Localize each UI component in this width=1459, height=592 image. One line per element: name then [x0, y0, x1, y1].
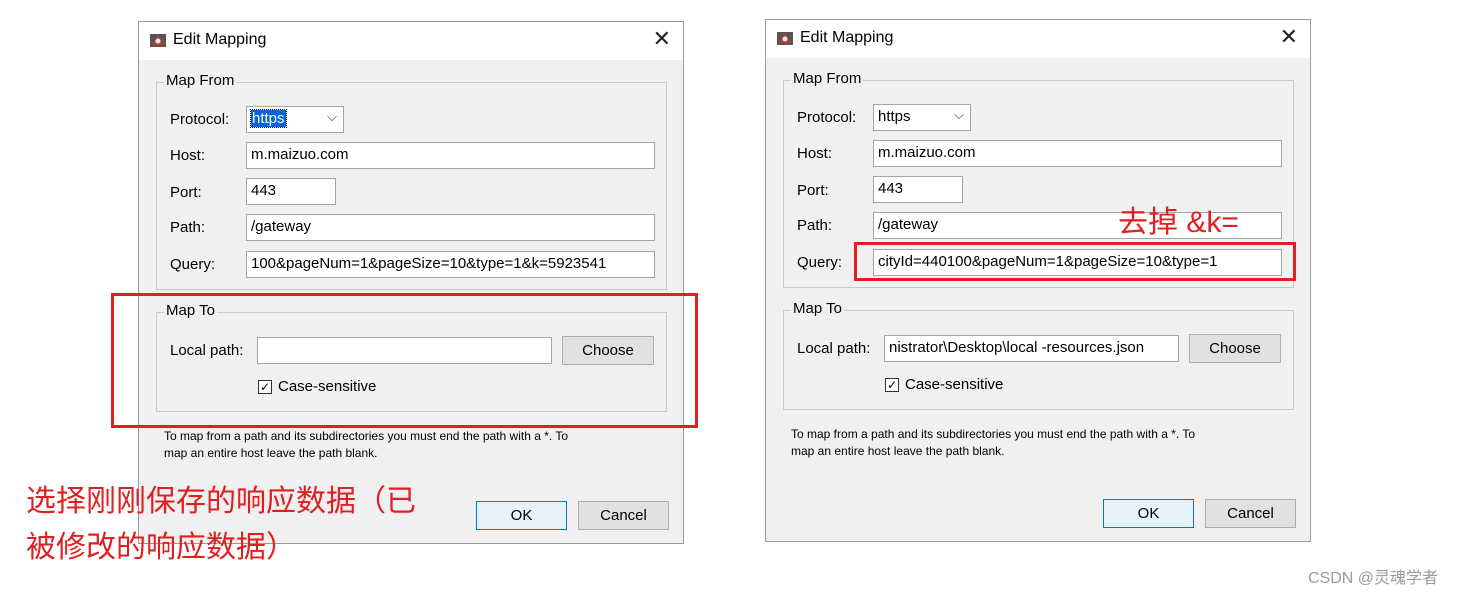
dialog-title: Edit Mapping [173, 31, 267, 48]
map-to-legend: Map To [791, 300, 844, 317]
local-path-label: Local path: [797, 340, 871, 357]
ok-button[interactable]: OK [1103, 499, 1194, 528]
chevron-down-icon: ⌵ [954, 107, 964, 122]
highlight-box-map-to [111, 293, 698, 428]
hint-text: To map from a path and its subdirectorie… [164, 428, 568, 462]
hint-line-2: map an entire host leave the path blank. [791, 444, 1005, 458]
close-icon[interactable]: ✕ [653, 28, 671, 50]
hint-line-1: To map from a path and its subdirectorie… [791, 427, 1195, 441]
protocol-value: https [878, 108, 911, 125]
path-label: Path: [797, 217, 833, 234]
map-from-legend: Map From [791, 70, 864, 87]
close-icon[interactable]: ✕ [1280, 26, 1298, 48]
chevron-down-icon: ⌵ [327, 109, 337, 124]
annotation-left-line-1: 选择刚刚保存的响应数据（已 [26, 485, 416, 518]
choose-button[interactable]: Choose [1189, 334, 1281, 363]
protocol-label: Protocol: [170, 111, 230, 128]
host-input[interactable]: m.maizuo.com [873, 140, 1282, 167]
watermark: CSDN @灵魂学者 [1308, 570, 1439, 587]
port-input[interactable]: 443 [873, 176, 963, 203]
protocol-value: https [250, 109, 287, 128]
query-label: Query: [170, 256, 216, 273]
hint-line-1: To map from a path and its subdirectorie… [164, 429, 568, 443]
path-label: Path: [170, 219, 206, 236]
annotation-right-note: 去掉 &k= [1118, 206, 1239, 239]
protocol-select[interactable]: https ⌵ [246, 106, 344, 133]
case-sensitive-checkbox[interactable]: ✓ [885, 378, 899, 392]
highlight-box-query [854, 242, 1296, 281]
edit-mapping-dialog-left: Edit Mapping ✕ Map From Protocol: https … [138, 21, 684, 544]
ok-button[interactable]: OK [476, 501, 567, 530]
port-label: Port: [797, 182, 829, 199]
annotation-left-note: 选择刚刚保存的响应数据（已 被修改的响应数据） [26, 479, 416, 571]
host-input[interactable]: m.maizuo.com [246, 142, 655, 169]
cancel-button[interactable]: Cancel [578, 501, 669, 530]
query-input[interactable]: 100&pageNum=1&pageSize=10&type=1&k=59235… [246, 251, 655, 278]
host-label: Host: [170, 147, 206, 164]
title-bar: Edit Mapping ✕ [139, 22, 683, 60]
dialog-title: Edit Mapping [800, 29, 894, 46]
protocol-label: Protocol: [797, 109, 857, 126]
path-input[interactable]: /gateway [246, 214, 655, 241]
cancel-button[interactable]: Cancel [1205, 499, 1296, 528]
port-input[interactable]: 443 [246, 178, 336, 205]
local-path-input[interactable]: nistrator\Desktop\local -resources.json [884, 335, 1179, 362]
annotation-left-line-2: 被修改的响应数据） [26, 531, 296, 564]
port-label: Port: [170, 184, 202, 201]
query-label: Query: [797, 254, 843, 271]
title-bar: Edit Mapping ✕ [766, 20, 1310, 58]
protocol-select[interactable]: https ⌵ [873, 104, 971, 131]
hint-text: To map from a path and its subdirectorie… [791, 426, 1195, 460]
app-icon [777, 32, 793, 45]
host-label: Host: [797, 145, 833, 162]
app-icon [150, 34, 166, 47]
map-from-legend: Map From [164, 72, 237, 89]
case-sensitive-label: Case-sensitive [905, 376, 1004, 393]
hint-line-2: map an entire host leave the path blank. [164, 446, 378, 460]
